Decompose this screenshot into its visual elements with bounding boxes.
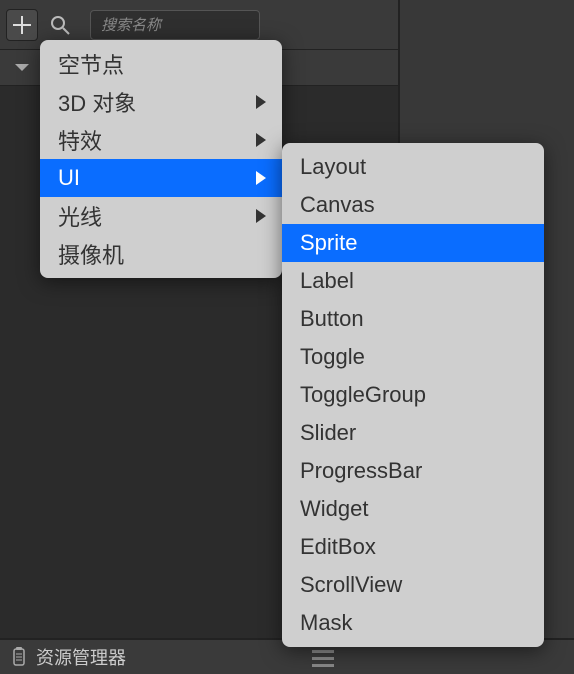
submenu-item[interactable]: Widget (282, 490, 544, 528)
submenu-item-label: Mask (300, 610, 353, 636)
add-button[interactable] (6, 9, 38, 41)
menu-item-label: 摄像机 (58, 238, 124, 270)
menu-item-label: 光线 (58, 200, 102, 232)
submenu-item[interactable]: Button (282, 300, 544, 338)
search-icon[interactable] (44, 9, 76, 41)
submenu-item-label: Layout (300, 154, 366, 180)
ui-submenu: Layout Canvas Sprite Label Button Toggle Toggl… (282, 143, 544, 647)
menu-item[interactable]: 空节点 (40, 45, 282, 83)
chevron-right-icon (256, 133, 266, 147)
submenu-item[interactable]: ToggleGroup (282, 376, 544, 414)
menu-item[interactable]: UI (40, 159, 282, 197)
chevron-right-icon (256, 209, 266, 223)
submenu-item-label: Sprite (300, 230, 357, 256)
chevron-down-icon[interactable] (14, 63, 30, 73)
menu-item-label: UI (58, 165, 80, 191)
submenu-item-label: EditBox (300, 534, 376, 560)
submenu-item[interactable]: Canvas (282, 186, 544, 224)
menu-item[interactable]: 摄像机 (40, 235, 282, 273)
chevron-right-icon (256, 171, 266, 185)
submenu-item[interactable]: ScrollView (282, 566, 544, 604)
chevron-right-icon (256, 95, 266, 109)
menu-item-label: 3D 对象 (58, 86, 136, 118)
submenu-item-label: ScrollView (300, 572, 402, 598)
submenu-item[interactable]: EditBox (282, 528, 544, 566)
submenu-item-label: Widget (300, 496, 368, 522)
search-input[interactable]: 搜索名称 (90, 10, 260, 40)
submenu-item-label: ProgressBar (300, 458, 422, 484)
submenu-item[interactable]: Slider (282, 414, 544, 452)
submenu-item[interactable]: Mask (282, 604, 544, 642)
submenu-item-label: Toggle (300, 344, 365, 370)
menu-item-label: 特效 (58, 124, 102, 156)
menu-item[interactable]: 特效 (40, 121, 282, 159)
bottom-bar-label: 资源管理器 (36, 644, 126, 670)
submenu-item-label: Canvas (300, 192, 375, 218)
assets-icon (10, 647, 26, 667)
menu-item-label: 空节点 (58, 48, 124, 80)
menu-item[interactable]: 光线 (40, 197, 282, 235)
submenu-item[interactable]: Layout (282, 148, 544, 186)
create-node-menu: 空节点 3D 对象特效 UI 光线摄像机 (40, 40, 282, 278)
submenu-item[interactable]: ProgressBar (282, 452, 544, 490)
menu-item[interactable]: 3D 对象 (40, 83, 282, 121)
search-placeholder: 搜索名称 (101, 14, 161, 35)
submenu-item-label: Label (300, 268, 354, 294)
submenu-item-label: ToggleGroup (300, 382, 426, 408)
submenu-item-label: Slider (300, 420, 356, 446)
submenu-item-label: Button (300, 306, 364, 332)
submenu-item[interactable]: Sprite (282, 224, 544, 262)
submenu-item[interactable]: Label (282, 262, 544, 300)
submenu-item[interactable]: Toggle (282, 338, 544, 376)
menu-icon[interactable] (312, 650, 334, 668)
